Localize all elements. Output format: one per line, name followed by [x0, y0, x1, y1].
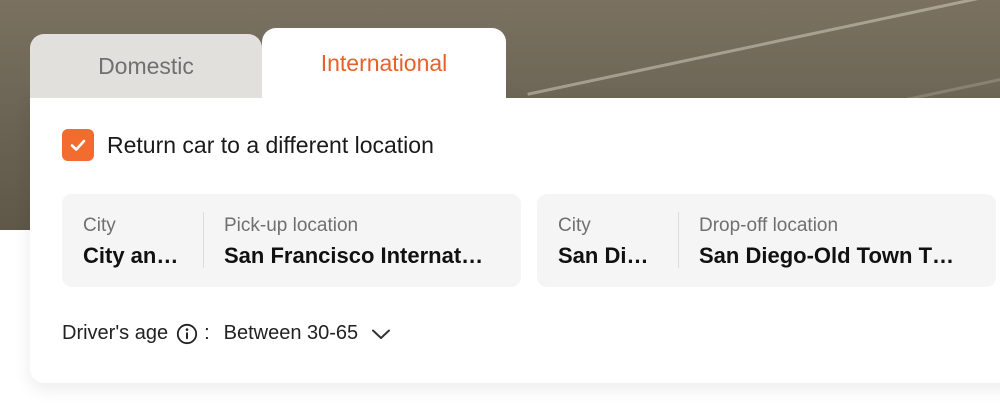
driver-age-row: Driver's age : Between 30-65 [62, 322, 392, 345]
chevron-down-icon [370, 323, 392, 345]
pickup-location-box: City City an… Pick-up location San Franc… [62, 194, 521, 287]
check-icon [70, 139, 86, 151]
dropoff-location-label: Drop-off location [699, 215, 839, 236]
pickup-city-field[interactable]: City City an… [83, 194, 183, 287]
driver-age-dropdown[interactable]: Between 30-65 [224, 322, 393, 345]
dropoff-divider [678, 212, 679, 268]
tab-international[interactable]: International [262, 28, 506, 98]
driver-age-colon: : [204, 322, 210, 344]
dropoff-city-label: City [558, 215, 591, 236]
driver-age-value: Between 30-65 [223, 322, 359, 344]
dropoff-location-field[interactable]: Drop-off location San Diego-Old Town T… [699, 194, 979, 287]
tab-domestic-label: Domestic [98, 52, 194, 79]
driver-age-label: Driver's age [62, 322, 169, 344]
pickup-city-label: City [83, 215, 116, 236]
return-different-location-checkbox[interactable] [62, 129, 94, 161]
search-card: Domestic International Return car to a d… [30, 28, 1000, 383]
pickup-location-value: San Francisco Internat… [224, 243, 484, 268]
pickup-location-field[interactable]: Pick-up location San Francisco Internat… [224, 194, 504, 287]
tab-international-label: International [320, 49, 448, 76]
return-different-location-label: Return car to a different location [107, 131, 434, 158]
pickup-city-value: City an… [83, 243, 179, 268]
tab-domestic[interactable]: Domestic [30, 34, 262, 98]
info-icon[interactable] [176, 323, 198, 345]
dropoff-city-value: San Di… [558, 243, 649, 268]
pickup-location-label: Pick-up location [224, 215, 359, 236]
dropoff-city-field[interactable]: City San Di… [558, 194, 658, 287]
dropoff-location-box: City San Di… Drop-off location San Diego… [537, 194, 996, 287]
pickup-divider [203, 212, 204, 268]
dropoff-location-value: San Diego-Old Town T… [699, 243, 955, 268]
return-different-location-option[interactable]: Return car to a different location [62, 129, 434, 161]
